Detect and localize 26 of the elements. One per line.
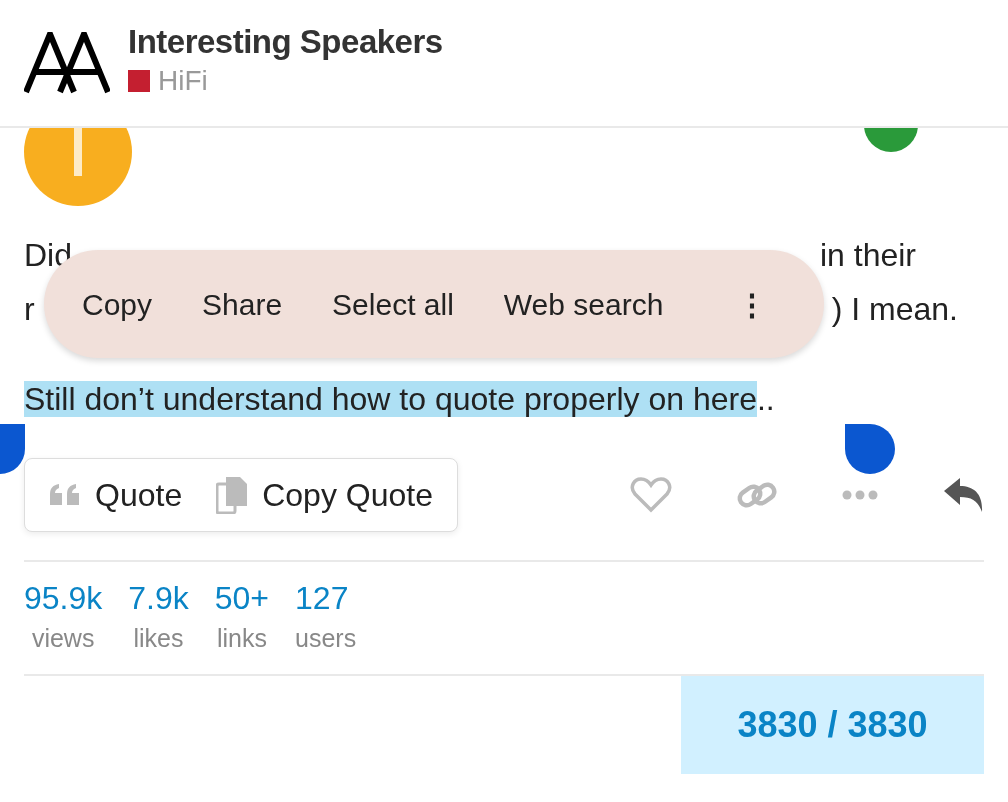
more-options-button[interactable]: ⋮ — [737, 281, 794, 327]
quote-icon — [49, 484, 81, 506]
copy-quote-button[interactable]: Copy Quote — [216, 471, 433, 519]
menu-item[interactable]: Select all — [332, 281, 480, 327]
post-text: ) I mean. — [831, 290, 958, 329]
more-icon[interactable] — [842, 490, 878, 500]
reply-icon[interactable] — [942, 477, 984, 513]
stat-item[interactable]: 7.9k likes — [128, 582, 189, 674]
stat-item[interactable]: 95.9k views — [24, 582, 103, 674]
stat-item[interactable]: 50+ links — [214, 582, 270, 674]
menu-item[interactable]: Web search — [503, 281, 690, 327]
topic-title[interactable]: Interesting Speakers — [128, 23, 443, 61]
post-text: r — [24, 290, 35, 329]
user-avatar[interactable] — [24, 128, 132, 206]
stat-item[interactable]: 127 users — [295, 582, 357, 674]
selected-text: Still don’t understand how to quote properly on here — [24, 381, 757, 417]
copy-icon — [216, 476, 249, 514]
menu-item[interactable]: Share — [202, 281, 309, 327]
post-text: .. — [756, 381, 775, 417]
like-icon[interactable] — [630, 477, 672, 513]
selection-handle[interactable] — [845, 424, 895, 474]
menu-item[interactable]: Copy — [82, 281, 179, 327]
logo-icon[interactable] — [24, 32, 110, 94]
link-icon[interactable] — [736, 479, 778, 511]
post-text: in their — [819, 236, 916, 275]
quote-button[interactable]: Quote — [49, 471, 183, 519]
